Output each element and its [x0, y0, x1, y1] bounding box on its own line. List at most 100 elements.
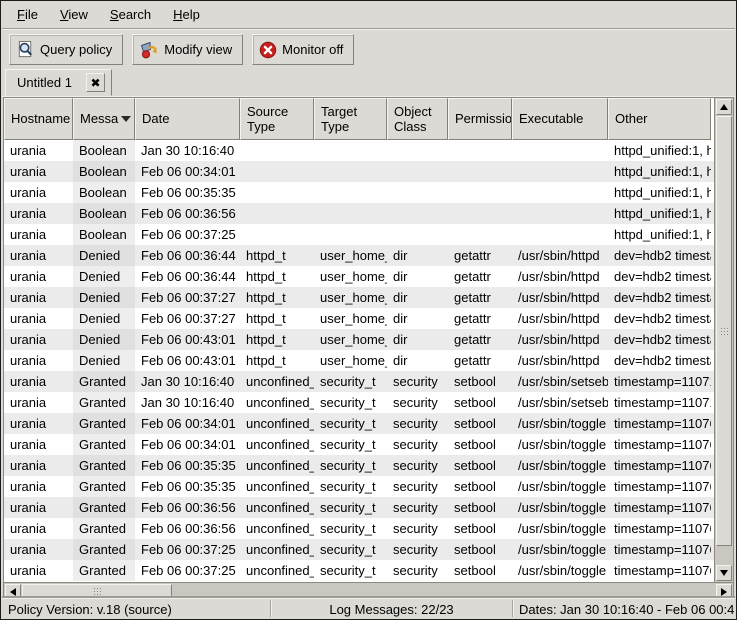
table-row[interactable]: uraniaGrantedFeb 06 00:37:25unconfined_s…	[4, 539, 714, 560]
table-cell: /usr/sbin/httpd	[512, 350, 608, 371]
table-cell: Feb 06 00:37:27	[135, 308, 240, 329]
table-cell: unconfined_	[240, 371, 314, 392]
table-cell: Granted	[73, 539, 135, 560]
table-cell: setbool	[448, 539, 512, 560]
menu-item-help[interactable]: Help	[162, 2, 211, 28]
column-label: Executable	[519, 111, 583, 126]
table-cell: Jan 30 10:16:40	[135, 371, 240, 392]
column-header-messa[interactable]: Messa	[73, 98, 135, 140]
table-cell: /usr/sbin/httpd	[512, 329, 608, 350]
horizontal-scrollbar[interactable]	[4, 582, 733, 599]
table-cell: unconfined_	[240, 497, 314, 518]
query-policy-button[interactable]: Query policy	[9, 34, 123, 65]
table-cell: httpd_unified:1, ht	[608, 140, 711, 161]
table-cell: unconfined_	[240, 539, 314, 560]
table-cell: urania	[4, 476, 73, 497]
table-row[interactable]: uraniaBooleanFeb 06 00:34:01httpd_unifie…	[4, 161, 714, 182]
table-cell: security	[387, 497, 448, 518]
table-cell: Granted	[73, 434, 135, 455]
table-cell: /usr/sbin/toggle	[512, 518, 608, 539]
column-header-date[interactable]: Date	[135, 98, 240, 140]
table-body: uraniaBooleanJan 30 10:16:40httpd_unifie…	[4, 140, 714, 581]
monitor-off-button[interactable]: Monitor off	[252, 34, 354, 65]
column-label: Date	[142, 111, 169, 126]
column-header-object-class[interactable]: Object Class	[387, 98, 448, 140]
table-cell: setbool	[448, 518, 512, 539]
table-cell: setbool	[448, 413, 512, 434]
scroll-up-button[interactable]	[716, 99, 732, 115]
tab-untitled-1[interactable]: Untitled 1 ✖	[5, 69, 112, 96]
app-window: FileViewSearchHelp Query policy	[0, 0, 737, 620]
table-row[interactable]: uraniaDeniedFeb 06 00:37:27httpd_tuser_h…	[4, 308, 714, 329]
column-header-permission[interactable]: Permission	[448, 98, 512, 140]
horizontal-scroll-thumb[interactable]	[22, 584, 172, 599]
table-cell: /usr/sbin/setseb	[512, 371, 608, 392]
table-cell	[314, 224, 387, 245]
table-row[interactable]: uraniaGrantedFeb 06 00:35:35unconfined_s…	[4, 455, 714, 476]
table-row[interactable]: uraniaGrantedJan 30 10:16:40unconfined_s…	[4, 392, 714, 413]
table-cell: security	[387, 434, 448, 455]
column-header-hostname[interactable]: Hostname	[4, 98, 73, 140]
table-row[interactable]: uraniaBooleanJan 30 10:16:40httpd_unifie…	[4, 140, 714, 161]
table-cell	[387, 203, 448, 224]
menu-item-file[interactable]: File	[6, 2, 49, 28]
table-cell: urania	[4, 434, 73, 455]
menu-bar: FileViewSearchHelp	[2, 2, 735, 29]
table-cell: Feb 06 00:35:35	[135, 455, 240, 476]
table-cell: Feb 06 00:34:01	[135, 434, 240, 455]
table-cell: Granted	[73, 371, 135, 392]
table-row[interactable]: uraniaDeniedFeb 06 00:36:44httpd_tuser_h…	[4, 245, 714, 266]
table-cell: setbool	[448, 434, 512, 455]
table-cell: Feb 06 00:36:56	[135, 518, 240, 539]
table-row[interactable]: uraniaBooleanFeb 06 00:36:56httpd_unifie…	[4, 203, 714, 224]
table-row[interactable]: uraniaGrantedJan 30 10:16:40unconfined_s…	[4, 371, 714, 392]
table-cell: timestamp=11076	[608, 497, 711, 518]
table-row[interactable]: uraniaGrantedFeb 06 00:35:35unconfined_s…	[4, 476, 714, 497]
table-cell: unconfined_	[240, 455, 314, 476]
table-cell	[512, 182, 608, 203]
scroll-down-button[interactable]	[716, 565, 732, 581]
table-row[interactable]: uraniaDeniedFeb 06 00:43:01httpd_tuser_h…	[4, 329, 714, 350]
table-row[interactable]: uraniaGrantedFeb 06 00:34:01unconfined_s…	[4, 434, 714, 455]
table-cell: unconfined_	[240, 413, 314, 434]
table-cell: /usr/sbin/toggle	[512, 560, 608, 581]
table-cell: Feb 06 00:43:01	[135, 350, 240, 371]
table-row[interactable]: uraniaGrantedFeb 06 00:34:01unconfined_s…	[4, 413, 714, 434]
column-header-source-type[interactable]: Source Type	[240, 98, 314, 140]
table-row[interactable]: uraniaDeniedFeb 06 00:37:27httpd_tuser_h…	[4, 287, 714, 308]
vertical-scrollbar[interactable]	[714, 98, 733, 582]
vertical-scroll-thumb[interactable]	[716, 116, 732, 546]
table-cell	[387, 140, 448, 161]
table-cell: dir	[387, 287, 448, 308]
table-cell: urania	[4, 224, 73, 245]
table-cell: security	[387, 560, 448, 581]
table-cell: /usr/sbin/httpd	[512, 287, 608, 308]
modify-view-button[interactable]: Modify view	[132, 34, 243, 65]
left-arrow-icon	[10, 588, 16, 596]
column-header-executable[interactable]: Executable	[512, 98, 608, 140]
column-header-other[interactable]: Other	[608, 98, 711, 140]
table-cell: security	[387, 476, 448, 497]
table-cell: urania	[4, 182, 73, 203]
column-header-target-type[interactable]: Target Type	[314, 98, 387, 140]
table-cell: httpd_t	[240, 350, 314, 371]
table-row[interactable]: uraniaBooleanFeb 06 00:37:25httpd_unifie…	[4, 224, 714, 245]
table-row[interactable]: uraniaGrantedFeb 06 00:37:25unconfined_s…	[4, 560, 714, 581]
table-row[interactable]: uraniaDeniedFeb 06 00:43:01httpd_tuser_h…	[4, 350, 714, 371]
table-cell: urania	[4, 203, 73, 224]
table-cell	[448, 182, 512, 203]
table-cell: dev=hdb2 timesta	[608, 329, 711, 350]
table-row[interactable]: uraniaGrantedFeb 06 00:36:56unconfined_s…	[4, 497, 714, 518]
menu-item-search[interactable]: Search	[99, 2, 162, 28]
scroll-right-button[interactable]	[716, 584, 732, 599]
table-row[interactable]: uraniaDeniedFeb 06 00:36:44httpd_tuser_h…	[4, 266, 714, 287]
table-cell: Granted	[73, 518, 135, 539]
table-row[interactable]: uraniaBooleanFeb 06 00:35:35httpd_unifie…	[4, 182, 714, 203]
scroll-left-button[interactable]	[5, 584, 21, 599]
table-row[interactable]: uraniaGrantedFeb 06 00:36:56unconfined_s…	[4, 518, 714, 539]
modify-view-label: Modify view	[164, 42, 232, 57]
close-icon[interactable]: ✖	[86, 73, 105, 92]
menu-item-view[interactable]: View	[49, 2, 99, 28]
table-header-row: HostnameMessaDateSource TypeTarget TypeO…	[4, 98, 714, 140]
table-cell: setbool	[448, 560, 512, 581]
